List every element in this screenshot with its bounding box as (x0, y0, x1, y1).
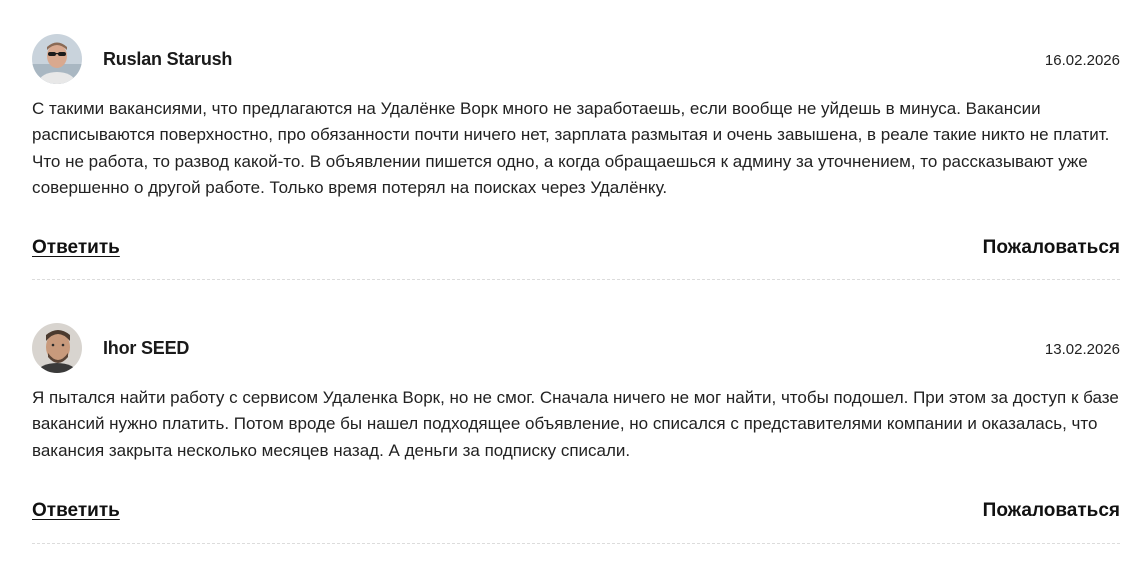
comment-header: Ihor SEED 13.02.2026 (32, 323, 1120, 375)
comment: Ihor SEED 13.02.2026 Я пытался найти раб… (32, 323, 1120, 530)
comment-divider (32, 279, 1120, 280)
comment-divider (32, 543, 1120, 544)
avatar-photo-icon (32, 34, 82, 84)
comment-date: 16.02.2026 (1044, 52, 1120, 69)
comment-actions: Ответить Пожаловаться (32, 500, 1120, 530)
comment: Ruslan Starush 16.02.2026 С такими вакан… (32, 34, 1120, 267)
comment-author: Ihor SEED (103, 338, 190, 358)
comment-actions: Ответить Пожаловаться (32, 237, 1120, 267)
comment-date: 13.02.2026 (1044, 341, 1120, 358)
comment-text: Я пытался найти работу с сервисом Удален… (32, 388, 1119, 460)
comment-text: С такими вакансиями, что предлагаются на… (32, 99, 1110, 197)
reply-link[interactable]: Ответить (32, 500, 120, 522)
reply-link[interactable]: Ответить (32, 237, 120, 259)
comment-author: Ruslan Starush (103, 49, 233, 69)
avatar (32, 323, 82, 373)
report-link[interactable]: Пожаловаться (983, 500, 1120, 522)
comment-header: Ruslan Starush 16.02.2026 (32, 34, 1120, 86)
avatar (32, 34, 82, 84)
avatar-photo-icon (32, 323, 82, 373)
report-link[interactable]: Пожаловаться (983, 237, 1120, 259)
